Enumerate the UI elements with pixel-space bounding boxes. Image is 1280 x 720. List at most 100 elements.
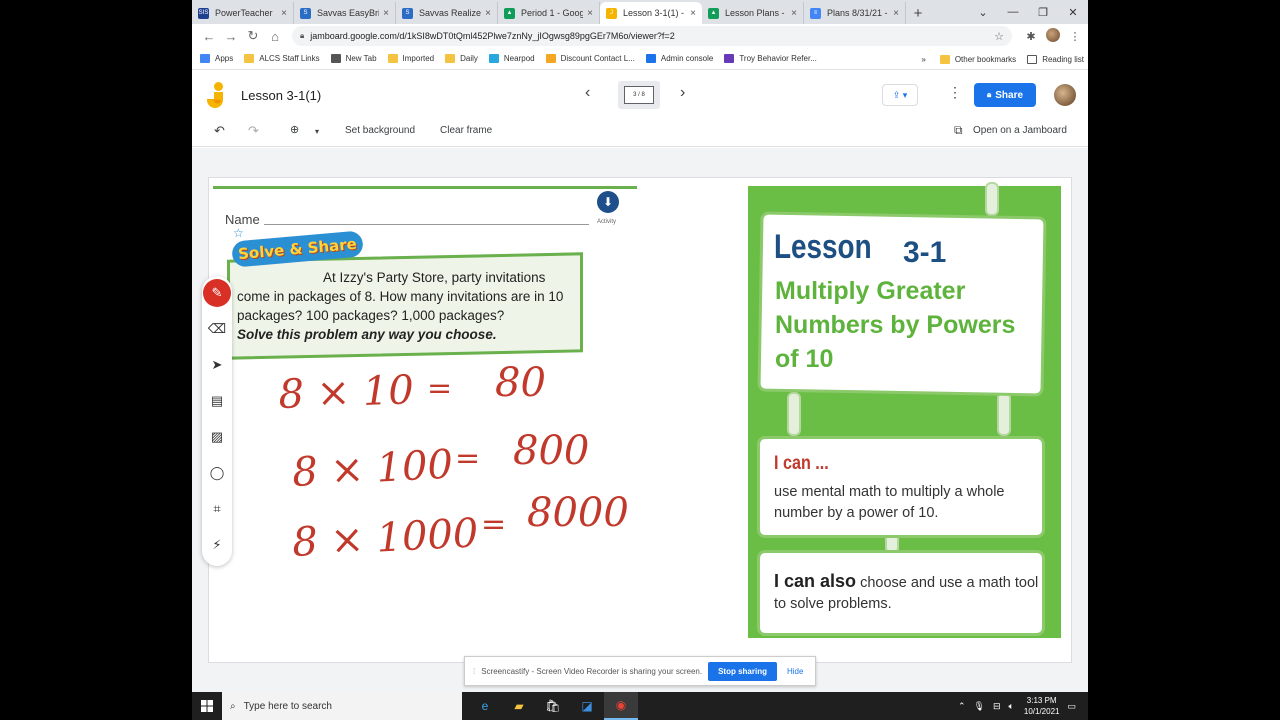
account-avatar[interactable] xyxy=(1054,84,1076,106)
hide-button[interactable]: Hide xyxy=(787,667,803,676)
text-box-icon: ⌗ xyxy=(213,501,221,516)
reload-icon[interactable]: ↻ xyxy=(242,28,264,44)
share-button[interactable]: 🔒︎ Share xyxy=(974,83,1036,107)
tab-close-icon[interactable]: × xyxy=(587,8,593,19)
tab-close-icon[interactable]: × xyxy=(383,8,389,19)
browser-menu-icon[interactable]: ⋮ xyxy=(1064,30,1086,43)
new-tab-button[interactable]: + xyxy=(906,2,930,24)
more-options-icon[interactable]: ⋮ xyxy=(948,84,962,101)
browser-tab[interactable]: J Lesson 3-1(1) - Jam × xyxy=(600,2,702,24)
frame-bar-button[interactable]: 3 / 8 xyxy=(618,81,660,109)
chrome-icon[interactable]: ◉ xyxy=(604,692,638,720)
name-label: Name xyxy=(225,212,260,227)
browser-tab[interactable]: SIS PowerTeacher × xyxy=(192,2,294,24)
browser-tab[interactable]: S Savvas EasyBridge × xyxy=(294,2,396,24)
windows-start-icon[interactable] xyxy=(192,692,222,720)
network-icon[interactable]: ⊟ xyxy=(993,701,1001,712)
lesson-word: Lesson xyxy=(774,228,872,266)
select-tool[interactable]: ➤ xyxy=(202,350,232,380)
drag-handle-icon[interactable]: ⁞ xyxy=(473,667,475,676)
zoom-icon[interactable]: ⊕ xyxy=(290,123,299,136)
tab-title: Savvas EasyBridge xyxy=(317,8,379,18)
zoom-dropdown-icon[interactable]: ▾ xyxy=(315,127,319,136)
browser-window: SIS PowerTeacher × S Savvas EasyBridge × S Savv… xyxy=(192,0,1088,720)
volume-icon[interactable]: 🔈︎ xyxy=(1008,701,1013,712)
browser-tab[interactable]: ▲ Period 1 - Google × xyxy=(498,2,600,24)
profile-avatar[interactable] xyxy=(1042,27,1064,45)
minimize-icon[interactable]: — xyxy=(998,6,1028,18)
store-icon[interactable]: 🛍︎ xyxy=(536,692,570,720)
bookmark-item[interactable]: Imported xyxy=(387,54,434,63)
text-box-tool[interactable]: ⌗ xyxy=(202,494,232,524)
microphone-icon[interactable]: 🎙︎ xyxy=(974,701,985,712)
image-icon: ▨ xyxy=(210,429,224,444)
browser-tab[interactable]: ▲ Lesson Plans - Goo × xyxy=(702,2,804,24)
tab-search-icon[interactable]: ⌄ xyxy=(968,6,998,19)
stop-sharing-button[interactable]: Stop sharing xyxy=(708,661,777,681)
undo-icon[interactable]: ↶ xyxy=(214,123,225,139)
tab-close-icon[interactable]: × xyxy=(690,8,696,19)
handwriting-row3-left: 8 × 1000 xyxy=(291,510,479,566)
document-title[interactable]: Lesson 3-1(1) xyxy=(241,88,321,103)
bookmark-item[interactable]: Troy Behavior Refer... xyxy=(724,54,817,63)
tab-favicon-icon: ▲ xyxy=(504,7,515,19)
pen-tool[interactable]: ✎ xyxy=(202,278,232,308)
handwriting-row3-eq: = xyxy=(481,507,506,542)
tray-up-icon[interactable]: ⌃ xyxy=(958,701,966,712)
shape-tool[interactable]: ◯ xyxy=(202,458,232,488)
browser-tab[interactable]: ≡ Plans 8/31/21 - G × xyxy=(804,2,906,24)
present-button[interactable]: ⇪ ▾ xyxy=(882,84,918,106)
tab-close-icon[interactable]: × xyxy=(893,8,899,19)
handwriting-row2-result: 800 xyxy=(513,428,589,474)
jamboard-logo-icon[interactable] xyxy=(206,82,226,108)
bookmark-label: Daily xyxy=(460,54,478,63)
back-icon[interactable]: ← xyxy=(198,29,220,44)
file-explorer-icon[interactable]: ▰ xyxy=(502,692,536,720)
image-tool[interactable]: ▨ xyxy=(202,422,232,452)
restore-icon[interactable]: ❐ xyxy=(1028,6,1058,19)
bookmark-item[interactable]: Apps xyxy=(200,54,233,63)
bookmark-star-icon[interactable]: ☆ xyxy=(994,30,1004,43)
other-bookmarks[interactable]: Other bookmarks xyxy=(939,54,1016,64)
bookmark-item[interactable]: ALCS Staff Links xyxy=(244,54,320,63)
redo-icon[interactable]: ↷ xyxy=(248,123,259,139)
tab-close-icon[interactable]: × xyxy=(281,8,287,19)
notifications-icon[interactable]: ▭ xyxy=(1067,701,1076,712)
bookmark-item[interactable]: Discount Contact L... xyxy=(545,54,635,63)
eraser-tool[interactable]: ⌫ xyxy=(202,314,232,344)
forward-icon[interactable]: → xyxy=(220,29,242,44)
taskbar-search[interactable]: ⌕ Type here to search xyxy=(222,692,462,720)
url-text[interactable]: jamboard.google.com/d/1kSI8wDT0tQml452Pl… xyxy=(310,31,994,41)
outlook-icon[interactable]: ◪ xyxy=(570,692,604,720)
lock-icon[interactable]: 🔒︎ xyxy=(300,31,304,41)
bookmark-item[interactable]: Daily xyxy=(445,54,478,63)
home-icon[interactable]: ⌂ xyxy=(264,29,286,44)
present-icon: ⇪ ▾ xyxy=(892,89,908,100)
next-frame-icon[interactable]: › xyxy=(680,84,685,102)
close-window-icon[interactable]: ✕ xyxy=(1058,6,1088,19)
edge-icon[interactable]: e xyxy=(468,692,502,720)
bookmark-item[interactable]: Nearpod xyxy=(488,54,535,63)
previous-frame-icon[interactable]: ‹ xyxy=(585,84,590,102)
laser-tool[interactable]: ⚡︎ xyxy=(202,530,232,560)
browser-tab[interactable]: S Savvas Realize × xyxy=(396,2,498,24)
circle-icon: ◯ xyxy=(209,465,225,480)
tab-close-icon[interactable]: × xyxy=(791,8,797,19)
sticky-note-tool[interactable]: ▤ xyxy=(202,386,232,416)
bookmark-item[interactable]: New Tab xyxy=(330,54,377,63)
open-jamboard-button[interactable]: Open on a Jamboard xyxy=(973,125,1067,136)
set-background-button[interactable]: Set background xyxy=(345,125,415,136)
hanger-top xyxy=(985,182,999,216)
clear-frame-button[interactable]: Clear frame xyxy=(440,125,492,136)
tab-close-icon[interactable]: × xyxy=(485,8,491,19)
clock[interactable]: 3:13 PM 10/1/2021 xyxy=(1024,695,1060,717)
whiteboard-frame[interactable]: Name ⬇ Activity ☆ Solve & Share At Izzy'… xyxy=(208,177,1072,663)
jamboard-header: Lesson 3-1(1) ‹ 3 / 8 › ⇪ ▾ ⋮ 🔒︎ Share xyxy=(192,71,1088,119)
bookmarks-list: Apps ALCS Staff Links New Tab Imported Daily… xyxy=(200,54,828,63)
bookmarks-overflow-icon[interactable]: » xyxy=(921,55,925,64)
address-bar[interactable]: 🔒︎ jamboard.google.com/d/1kSI8wDT0tQml45… xyxy=(292,26,1012,46)
bookmark-item[interactable]: Admin console xyxy=(645,54,713,63)
reading-list[interactable]: Reading list xyxy=(1027,54,1084,64)
open-jamboard-icon[interactable]: ⧉ xyxy=(954,123,963,138)
extensions-icon[interactable]: ✱ xyxy=(1020,30,1042,43)
